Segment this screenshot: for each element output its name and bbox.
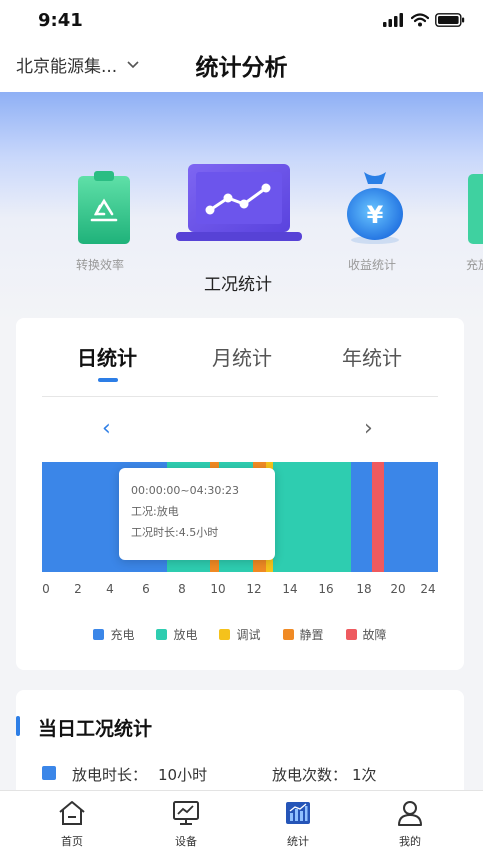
legend-swatch bbox=[93, 629, 105, 640]
status-time: 9:41 bbox=[38, 10, 83, 31]
axis-tick-label: 12 bbox=[246, 582, 262, 596]
legend-item[interactable]: 放电 bbox=[156, 626, 197, 643]
tabbar-mine[interactable]: 我的 bbox=[380, 799, 440, 849]
tabbar-stats[interactable]: 统计 bbox=[268, 799, 328, 849]
tab-month[interactable]: 月统计 bbox=[212, 342, 272, 371]
legend-swatch bbox=[156, 629, 168, 640]
feature-working-condition[interactable]: 工况统计 bbox=[176, 164, 304, 295]
laptop-chart-icon bbox=[176, 164, 302, 241]
axis-tick-label: 10 bbox=[210, 582, 226, 596]
tabbar-home-label: 首页 bbox=[61, 835, 83, 848]
feature-revenue-stats[interactable]: ¥ 收益统计 bbox=[340, 164, 420, 274]
discharge-duration-label: 放电时长： bbox=[72, 766, 148, 784]
axis-tick-label: 24 bbox=[420, 582, 436, 596]
prev-day-button[interactable]: ‹ bbox=[102, 416, 111, 441]
discharge-count-value: 1次 bbox=[352, 766, 377, 784]
feature-label-active: 工况统计 bbox=[204, 275, 272, 295]
feature-label: 转换效率 bbox=[76, 258, 125, 272]
home-icon bbox=[59, 801, 85, 825]
tooltip-time-range: 00:00:00~04:30:23 bbox=[131, 484, 240, 497]
legend-label: 充电 bbox=[110, 628, 135, 642]
legend-label: 故障 bbox=[362, 628, 387, 642]
tooltip-status: 工况:放电 bbox=[131, 505, 179, 518]
partial-card-icon bbox=[468, 174, 483, 244]
axis-tick-label: 16 bbox=[318, 582, 334, 596]
legend-item[interactable]: 故障 bbox=[345, 626, 387, 643]
axis-tick-label: 2 bbox=[74, 582, 82, 596]
tabbar-stats-label: 统计 bbox=[287, 835, 309, 848]
stats-chart-icon bbox=[286, 802, 310, 824]
tabs-divider bbox=[42, 396, 438, 397]
next-day-button[interactable]: › bbox=[364, 416, 373, 441]
axis-tick-label: 4 bbox=[106, 582, 114, 596]
axis-tick-label: 0 bbox=[42, 582, 50, 596]
timeline-segment[interactable] bbox=[273, 462, 351, 572]
monitor-icon bbox=[173, 801, 199, 825]
legend-swatch bbox=[345, 629, 357, 640]
timeline-axis: 0 2 4 6 8 10 12 14 16 18 20 24 bbox=[42, 582, 442, 602]
wifi-icon bbox=[411, 13, 429, 27]
feature-charge-discharge[interactable]: 充放 bbox=[464, 166, 483, 276]
tab-day[interactable]: 日统计 bbox=[77, 342, 137, 371]
legend-swatch bbox=[219, 629, 231, 640]
legend-label: 调试 bbox=[236, 628, 261, 642]
discharge-duration-value: 10小时 bbox=[158, 766, 208, 784]
feature-label: 收益统计 bbox=[348, 258, 397, 272]
timeline-segment[interactable] bbox=[372, 462, 384, 572]
tabbar-mine-label: 我的 bbox=[399, 835, 421, 848]
recycle-clipboard-icon bbox=[78, 171, 130, 244]
active-tab-indicator bbox=[98, 378, 118, 382]
section-accent-bar bbox=[16, 716, 20, 736]
legend-item[interactable]: 静置 bbox=[282, 626, 324, 643]
svg-text:¥: ¥ bbox=[367, 201, 384, 229]
axis-tick-label: 18 bbox=[356, 582, 372, 596]
timeline-legend: 充电 放电 调试 静置 故障 bbox=[16, 626, 464, 643]
company-selector[interactable]: 北京能源集... bbox=[16, 52, 139, 77]
company-name: 北京能源集... bbox=[16, 57, 118, 77]
axis-tick-label: 8 bbox=[178, 582, 186, 596]
status-icons bbox=[383, 13, 465, 27]
legend-label: 静置 bbox=[299, 628, 324, 642]
daily-stats-title: 当日工况统计 bbox=[38, 718, 153, 740]
chevron-down-icon bbox=[127, 60, 139, 68]
discharge-swatch bbox=[42, 766, 56, 780]
money-bag-icon: ¥ bbox=[347, 172, 403, 244]
feature-label: 充放 bbox=[466, 258, 483, 272]
legend-item[interactable]: 充电 bbox=[93, 626, 134, 643]
discharge-count-label: 放电次数： bbox=[272, 766, 348, 784]
axis-tick-label: 6 bbox=[142, 582, 150, 596]
legend-item[interactable]: 调试 bbox=[219, 626, 261, 643]
status-bar: 9:41 bbox=[0, 0, 483, 44]
period-tabs: 日统计 月统计 年统计 bbox=[16, 342, 464, 392]
tabbar-devices[interactable]: 设备 bbox=[156, 799, 216, 849]
nav-bar: 统计分析 北京能源集... bbox=[0, 44, 483, 92]
timeline-segment[interactable] bbox=[350, 462, 372, 572]
feature-conversion-efficiency[interactable]: 转换效率 bbox=[62, 166, 142, 276]
axis-tick-label: 14 bbox=[282, 582, 298, 596]
bottom-tab-bar: 首页 设备 统计 我的 bbox=[0, 790, 483, 850]
signal-icon bbox=[383, 13, 403, 27]
legend-label: 放电 bbox=[173, 628, 198, 642]
timeline-tooltip: 00:00:00~04:30:23 工况:放电 工况时长:4.5小时 bbox=[119, 468, 275, 560]
axis-tick-label: 20 bbox=[390, 582, 406, 596]
legend-swatch bbox=[282, 629, 294, 640]
tooltip-duration: 工况时长:4.5小时 bbox=[131, 526, 219, 539]
user-icon bbox=[398, 801, 422, 826]
timeline-segment[interactable] bbox=[383, 462, 438, 572]
tabbar-home[interactable]: 首页 bbox=[42, 799, 102, 849]
battery-icon bbox=[435, 13, 465, 27]
tabbar-devices-label: 设备 bbox=[175, 835, 197, 848]
condition-stats-card: 日统计 月统计 年统计 ‹ › 00:00:00~04:30:23 工况:放电 … bbox=[16, 318, 464, 670]
tab-year[interactable]: 年统计 bbox=[342, 342, 402, 371]
